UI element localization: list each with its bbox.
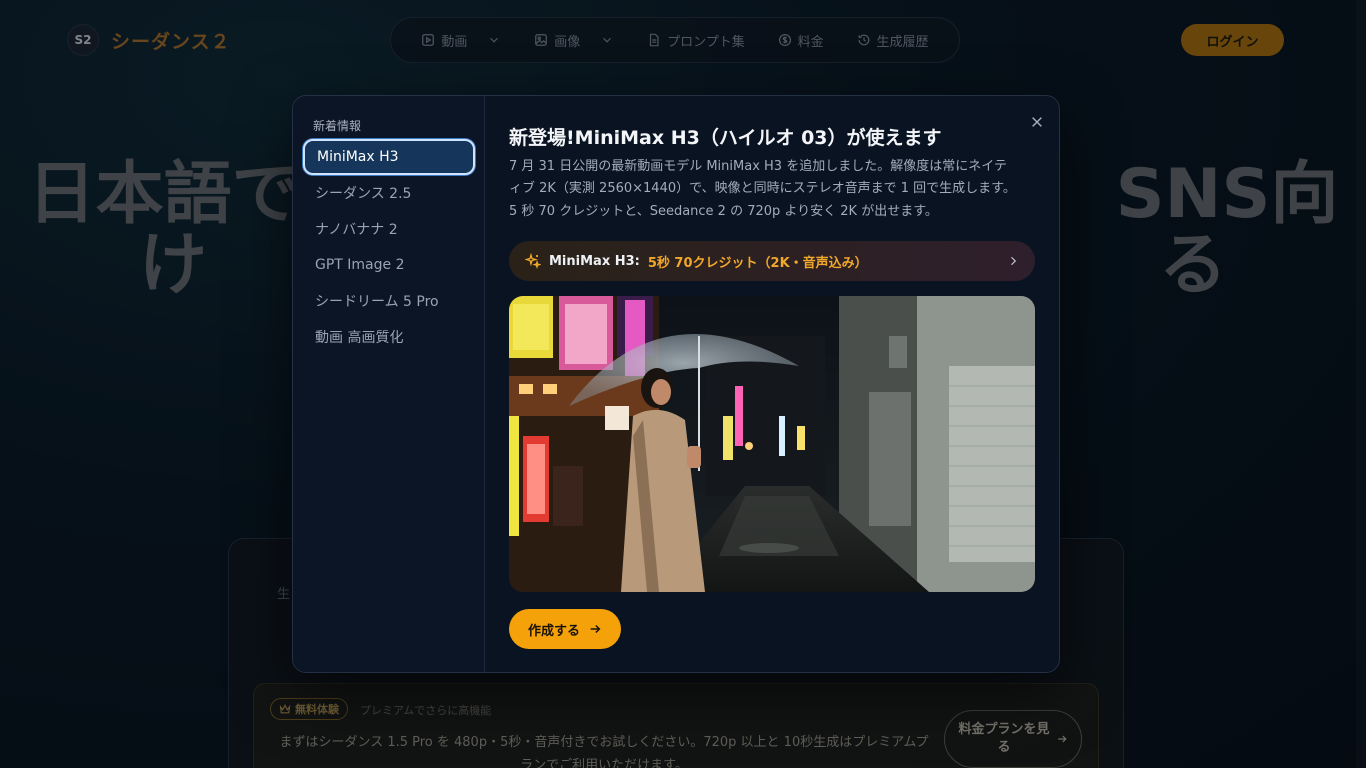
whats-new-item-seedance-2-5[interactable]: シーダンス 2.5: [303, 175, 475, 211]
arrow-right-icon: [590, 624, 601, 634]
create-button-label: 作成する: [527, 623, 580, 639]
preview-image: [509, 296, 1035, 592]
whats-new-item-video-upscale[interactable]: 動画 高画質化: [303, 319, 475, 355]
callout-detail: 5秒 70クレジット（2K・音声込み）: [647, 255, 868, 271]
create-button[interactable]: 作成する: [509, 609, 621, 649]
whats-new-item-gpt-image-2[interactable]: GPT Image 2: [303, 247, 475, 283]
close-icon: [1032, 117, 1042, 127]
sparkles-icon: [525, 253, 541, 269]
whats-new-heading: 新着情報: [313, 119, 362, 133]
callout-model-name: MiniMax H3:: [549, 253, 640, 269]
whats-new-list: MiniMax H3 シーダンス 2.5 ナノバナナ 2 GPT Image 2…: [303, 139, 475, 355]
whats-new-content: 新登場!MiniMax H3（ハイルオ 03）が使えます 7 月 31 日公開の…: [509, 96, 1042, 672]
whats-new-item-minimax-h3[interactable]: MiniMax H3: [303, 139, 475, 175]
rainy-street-illustration: [509, 296, 1035, 592]
modal-description: 7 月 31 日公開の最新動画モデル MiniMax H3 を追加しました。解像…: [509, 159, 1016, 219]
whats-new-sidebar: 新着情報 MiniMax H3 シーダンス 2.5 ナノバナナ 2 GPT Im…: [293, 96, 485, 672]
whats-new-modal: 新着情報 MiniMax H3 シーダンス 2.5 ナノバナナ 2 GPT Im…: [292, 95, 1060, 673]
whats-new-item-seedream-5-pro[interactable]: シードリーム 5 Pro: [303, 283, 475, 319]
modal-title: 新登場!MiniMax H3（ハイルオ 03）が使えます: [509, 127, 942, 149]
whats-new-item-nano-banana-2[interactable]: ナノバナナ 2: [303, 211, 475, 247]
chevron-right-icon: [1011, 256, 1017, 266]
pricing-callout[interactable]: MiniMax H3: 5秒 70クレジット（2K・音声込み）: [509, 241, 1035, 281]
close-button[interactable]: [1025, 110, 1049, 134]
